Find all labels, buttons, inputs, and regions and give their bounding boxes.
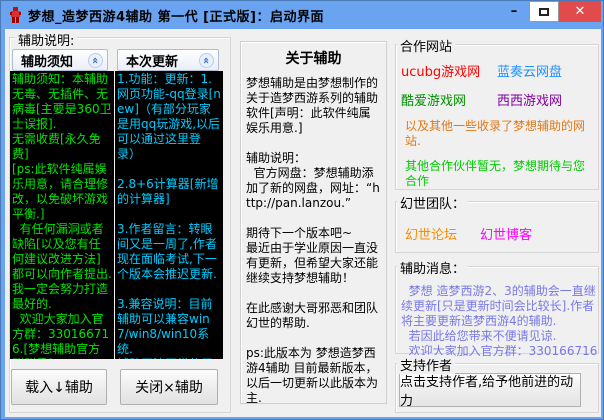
load-helper-button[interactable]: 载入↓辅助 <box>11 369 107 405</box>
update-text-panel: 1.功能：更新：1.网页功能-qq登录[new]（有部分玩家是用qq玩游戏,以后… <box>115 71 223 359</box>
tab-current-update-label: 本次更新 <box>126 51 178 70</box>
group-partner-sites-label: 合作网站 <box>397 36 455 55</box>
partner-link-row: 酷爱游戏网 西西游戏网 <box>401 90 593 109</box>
app-window: 梦想_造梦西游4辅助 第一代 [正式版]：启动界面 – ✕ 辅助说明: 辅助须知… <box>0 0 604 420</box>
group-helper-news-label: 辅助消息： <box>397 258 468 277</box>
partner-link-row: ucubg游戏网 蓝奏云网盘 <box>401 61 593 80</box>
group-support-author-label: 支持作者 <box>397 355 455 374</box>
support-author-button[interactable]: 点击支持作者,给予他前进的动力 <box>399 373 581 407</box>
partner-note-green: 其他合作伙伴暂无，梦想期待与您合作 <box>405 159 593 189</box>
notice-text-panel: 辅助须知：本辅助无毒、无插件、无病毒[主要是360卫士误报]. 无需收费[永久免… <box>10 71 114 359</box>
partner-note-orange: 以及其他一些收录了梦想辅助的网站. <box>405 119 593 149</box>
tab-helper-notice[interactable]: 辅助须知 « <box>12 49 108 71</box>
partner-links: ucubg游戏网 蓝奏云网盘 酷爱游戏网 西西游戏网 以及其他一些收录了梦想辅助… <box>395 51 599 189</box>
group-helper-description-label: 辅助说明: <box>15 30 77 49</box>
titlebar[interactable]: 梦想_造梦西游4辅助 第一代 [正式版]：启动界面 – ✕ <box>1 1 603 29</box>
app-icon <box>9 7 22 23</box>
tab-current-update[interactable]: 本次更新 « <box>117 49 219 71</box>
client-area: 辅助说明: 辅助须知 « 本次更新 « 辅助须知：本辅助无毒、无插件、无病毒[主… <box>5 29 601 417</box>
team-links: 幻世论坛 幻世博客 <box>405 224 555 243</box>
window-controls: – ✕ <box>499 1 601 22</box>
close-helper-button[interactable]: 关闭×辅助 <box>120 369 218 405</box>
window-title: 梦想_造梦西游4辅助 第一代 [正式版]：启动界面 <box>28 6 324 25</box>
minimize-button[interactable]: – <box>499 1 529 22</box>
about-panel: 关于辅助 梦想辅助是由梦想制作的关于造梦西游系列的辅助软件[声明：此软件纯属娱乐… <box>240 41 387 404</box>
link-xixi-games[interactable]: 西西游戏网 <box>497 90 593 109</box>
link-kuai-games[interactable]: 酷爱游戏网 <box>401 90 497 109</box>
maximize-icon <box>539 8 549 16</box>
group-huanshi-team-label: 幻世团队： <box>397 193 468 212</box>
link-ucubg[interactable]: ucubg游戏网 <box>401 61 497 80</box>
link-huanshi-forum[interactable]: 幻世论坛 <box>405 224 480 243</box>
maximize-button[interactable] <box>529 1 559 22</box>
about-title: 关于辅助 <box>246 48 381 68</box>
collapse-chevron-icon[interactable]: « <box>199 53 214 68</box>
collapse-chevron-icon[interactable]: « <box>88 53 103 68</box>
tab-helper-notice-label: 辅助须知 <box>21 51 73 70</box>
about-text: 梦想辅助是由梦想制作的关于造梦西游系列的辅助软件[声明：此软件纯属娱乐用意.] … <box>246 76 381 404</box>
link-lanzou-cloud[interactable]: 蓝奏云网盘 <box>497 61 593 80</box>
link-huanshi-blog[interactable]: 幻世博客 <box>480 224 555 243</box>
close-button[interactable]: ✕ <box>559 1 601 22</box>
